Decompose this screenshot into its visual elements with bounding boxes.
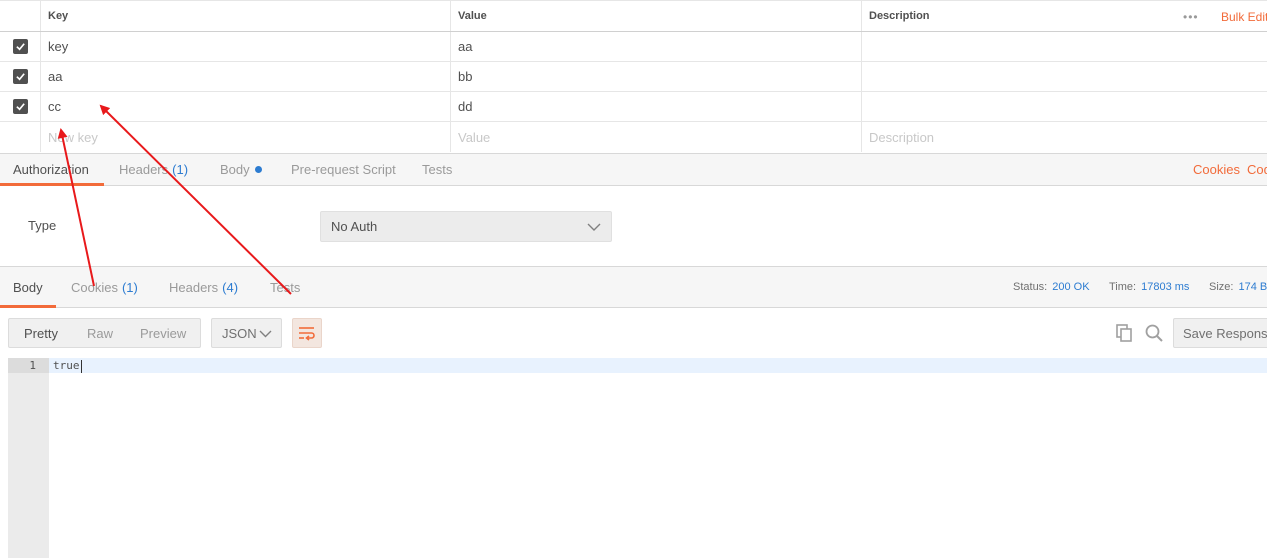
param-row: key aa: [0, 32, 1267, 62]
response-tabs: Body Cookies (1) Headers (4) Tests Statu…: [0, 266, 1267, 308]
param-checkbox-cell: [0, 92, 41, 121]
new-value-input[interactable]: Value: [451, 122, 862, 152]
save-response-button[interactable]: Save Response: [1173, 318, 1267, 348]
response-body-text[interactable]: true: [53, 358, 82, 373]
response-size: Size: 174 B: [1209, 267, 1267, 307]
param-checkbox[interactable]: [12, 69, 28, 84]
params-header-row: Key Value Description ••• Bulk Edit: [0, 0, 1267, 32]
tab-authorization[interactable]: Authorization: [13, 154, 89, 185]
param-description[interactable]: [862, 92, 1267, 121]
tab-body-label: Body: [220, 162, 250, 177]
auth-type-selected: No Auth: [331, 219, 378, 234]
tab-body[interactable]: Body: [220, 154, 262, 185]
authorization-panel: Type No Auth: [0, 186, 1267, 266]
tab-prerequest-label: Pre-request Script: [291, 162, 396, 177]
param-checkbox[interactable]: [12, 99, 28, 114]
key-column-header: Key: [41, 1, 451, 31]
chevron-down-icon: [259, 330, 272, 338]
param-row: aa bb: [0, 62, 1267, 92]
more-options-icon[interactable]: •••: [1183, 1, 1199, 33]
tab-headers[interactable]: Headers (1): [119, 154, 188, 185]
response-tab-headers-count: (4): [222, 279, 239, 295]
tab-tests[interactable]: Tests: [422, 154, 452, 185]
response-tab-cookies-count: (1): [121, 279, 138, 295]
copy-icon: [1116, 324, 1132, 342]
response-body-editor[interactable]: 1 true: [8, 358, 1267, 558]
code-link[interactable]: Code: [1247, 154, 1267, 185]
size-label: Size:: [1209, 281, 1234, 293]
param-value[interactable]: aa: [451, 32, 862, 61]
raw-button[interactable]: Raw: [87, 319, 113, 347]
param-description[interactable]: [862, 62, 1267, 91]
param-checkbox-cell: [0, 62, 41, 91]
status-value[interactable]: 200 OK: [1052, 281, 1089, 293]
tab-headers-count: (1): [172, 162, 189, 177]
description-column-header: Description: [869, 10, 930, 22]
param-key[interactable]: aa: [41, 62, 451, 91]
new-param-row: New key Value Description: [0, 122, 1267, 152]
param-key[interactable]: key: [41, 32, 451, 61]
auth-type-label: Type: [28, 218, 57, 233]
new-description-input[interactable]: Description: [862, 122, 1267, 152]
search-button[interactable]: [1143, 322, 1165, 344]
checkmark-icon: [15, 73, 25, 81]
tab-tests-label: Tests: [422, 162, 453, 177]
param-row: cc dd: [0, 92, 1267, 122]
tab-prerequest-script[interactable]: Pre-request Script: [291, 154, 396, 185]
chevron-down-icon: [587, 223, 601, 231]
response-tab-cookies[interactable]: Cookies (1): [71, 267, 138, 307]
checkmark-icon: [15, 43, 25, 51]
response-tab-tests[interactable]: Tests: [270, 267, 300, 307]
time-label: Time:: [1109, 281, 1137, 293]
cookies-link[interactable]: Cookies: [1193, 154, 1240, 185]
response-tab-tests-label: Tests: [270, 279, 301, 295]
preview-button[interactable]: Preview: [140, 319, 186, 347]
response-body-content: true: [53, 359, 80, 372]
response-tab-body[interactable]: Body: [13, 267, 43, 307]
new-key-input[interactable]: New key: [41, 122, 451, 152]
tab-authorization-label: Authorization: [13, 162, 89, 177]
response-tab-headers-label: Headers: [169, 279, 219, 295]
time-value[interactable]: 17803 ms: [1141, 281, 1189, 293]
status-label: Status:: [1013, 281, 1048, 293]
response-tab-body-label: Body: [13, 279, 43, 295]
response-time: Time: 17803 ms: [1109, 267, 1189, 307]
param-value[interactable]: bb: [451, 62, 862, 91]
response-tab-cookies-label: Cookies: [71, 279, 118, 295]
param-value[interactable]: dd: [451, 92, 862, 121]
tab-headers-label: Headers: [119, 162, 169, 177]
checkmark-icon: [15, 103, 25, 111]
request-tabs: Authorization Headers (1) Body Pre-reque…: [0, 153, 1267, 186]
params-table: Key Value Description ••• Bulk Edit key …: [0, 0, 1267, 153]
pretty-button[interactable]: Pretty: [24, 319, 58, 347]
response-toolbar: Pretty Raw Preview JSON Save Response: [0, 308, 1267, 358]
bulk-edit-button[interactable]: Bulk Edit: [1221, 1, 1267, 33]
size-value[interactable]: 174 B: [1238, 281, 1267, 293]
body-modified-dot-icon: [254, 166, 262, 173]
param-key[interactable]: cc: [41, 92, 451, 121]
header-checkbox-cell: [0, 1, 41, 31]
search-icon: [1145, 324, 1163, 342]
auth-type-dropdown[interactable]: No Auth: [320, 211, 612, 242]
response-status: Status: 200 OK: [1013, 267, 1090, 307]
response-tab-headers[interactable]: Headers (4): [169, 267, 238, 307]
copy-button[interactable]: [1113, 322, 1135, 344]
line-number-gutter: [8, 358, 49, 558]
wrap-lines-icon: [299, 327, 315, 341]
view-mode-selector: Pretty Raw Preview: [8, 318, 201, 348]
new-param-checkbox-cell: [0, 122, 41, 152]
format-dropdown[interactable]: JSON: [211, 318, 282, 348]
line-number: 1: [29, 359, 36, 372]
active-line-highlight: [49, 358, 1267, 373]
wrap-lines-button[interactable]: [292, 318, 322, 348]
value-column-header: Value: [451, 1, 862, 31]
param-checkbox-cell: [0, 32, 41, 61]
param-checkbox[interactable]: [12, 39, 28, 54]
format-selected: JSON: [222, 325, 257, 341]
text-caret: [80, 359, 82, 373]
param-description[interactable]: [862, 32, 1267, 61]
